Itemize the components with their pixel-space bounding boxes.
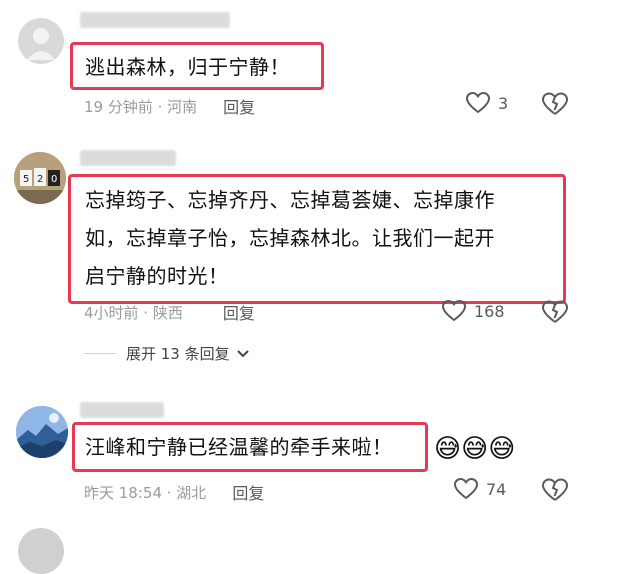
- avatar[interactable]: [18, 18, 64, 64]
- comment-text: 逃出森林，归于宁静！: [85, 55, 290, 79]
- broken-heart-icon: [541, 478, 569, 501]
- reply-button[interactable]: 回复: [232, 480, 264, 504]
- like-count: 168: [474, 301, 505, 321]
- comment-text-line: 忘掉筠子、忘掉齐丹、忘掉葛荟婕、忘掉康作: [85, 188, 495, 212]
- heart-outline-icon: [454, 478, 478, 500]
- like-count: 74: [486, 479, 507, 499]
- broken-heart-icon: [541, 300, 569, 323]
- calendar-blocks-avatar: 5 2 0: [14, 152, 66, 204]
- dislike-button[interactable]: [541, 300, 569, 328]
- avatar[interactable]: 5 2 0: [14, 152, 66, 204]
- comment-text-line: 启宁静的时光！: [85, 264, 229, 288]
- like-button[interactable]: 168: [442, 300, 505, 322]
- dislike-button[interactable]: [541, 478, 569, 506]
- like-button[interactable]: 74: [454, 478, 506, 500]
- svg-text:0: 0: [51, 174, 57, 185]
- svg-text:5: 5: [23, 174, 29, 185]
- comment-meta: 19 分钟前 · 河南 回复: [84, 94, 255, 118]
- comment-text-line: 如，忘掉章子怡，忘掉森林北。让我们一起开: [85, 226, 495, 250]
- avatar[interactable]: [16, 406, 68, 458]
- dislike-button[interactable]: [541, 92, 569, 120]
- like-button[interactable]: 3: [466, 92, 508, 114]
- comment-highlight-box: 汪峰和宁静已经温馨的牵手来啦！: [72, 422, 428, 472]
- like-count: 3: [498, 93, 509, 113]
- svg-text:2: 2: [37, 174, 43, 185]
- comment-text: 汪峰和宁静已经温馨的牵手来啦！: [85, 435, 393, 459]
- username-blurred: [80, 12, 230, 28]
- comment-time-location: 昨天 18:54 · 湖北: [84, 483, 207, 502]
- comment-highlight-box: 逃出森林，归于宁静！: [70, 42, 324, 90]
- reply-button[interactable]: 回复: [223, 300, 255, 324]
- broken-heart-icon: [541, 92, 569, 115]
- heart-outline-icon: [466, 92, 490, 114]
- reply-button[interactable]: 回复: [223, 94, 255, 118]
- avatar[interactable]: [18, 528, 64, 574]
- comment-time-location: 19 分钟前 · 河南: [84, 97, 198, 116]
- expand-replies-label: 展开 13 条回复: [126, 345, 230, 363]
- grinning-sweat-emoji-icons: 😅😅😅: [434, 434, 516, 464]
- heart-outline-icon: [442, 300, 466, 322]
- default-avatar-icon: [27, 28, 55, 60]
- comment-highlight-box: 忘掉筠子、忘掉齐丹、忘掉葛荟婕、忘掉康作 如，忘掉章子怡，忘掉森林北。让我们一起…: [68, 174, 566, 304]
- comment-meta: 昨天 18:54 · 湖北 回复: [84, 480, 264, 504]
- username-blurred: [80, 150, 176, 166]
- comment-meta: 4小时前 · 陕西 回复: [84, 300, 255, 324]
- chevron-down-icon: [236, 349, 249, 357]
- landscape-avatar: [16, 406, 68, 458]
- expand-replies-button[interactable]: 展开 13 条回复: [84, 343, 250, 364]
- comment-time-location: 4小时前 · 陕西: [84, 303, 183, 322]
- username-blurred: [80, 402, 164, 418]
- expand-divider: [84, 353, 116, 354]
